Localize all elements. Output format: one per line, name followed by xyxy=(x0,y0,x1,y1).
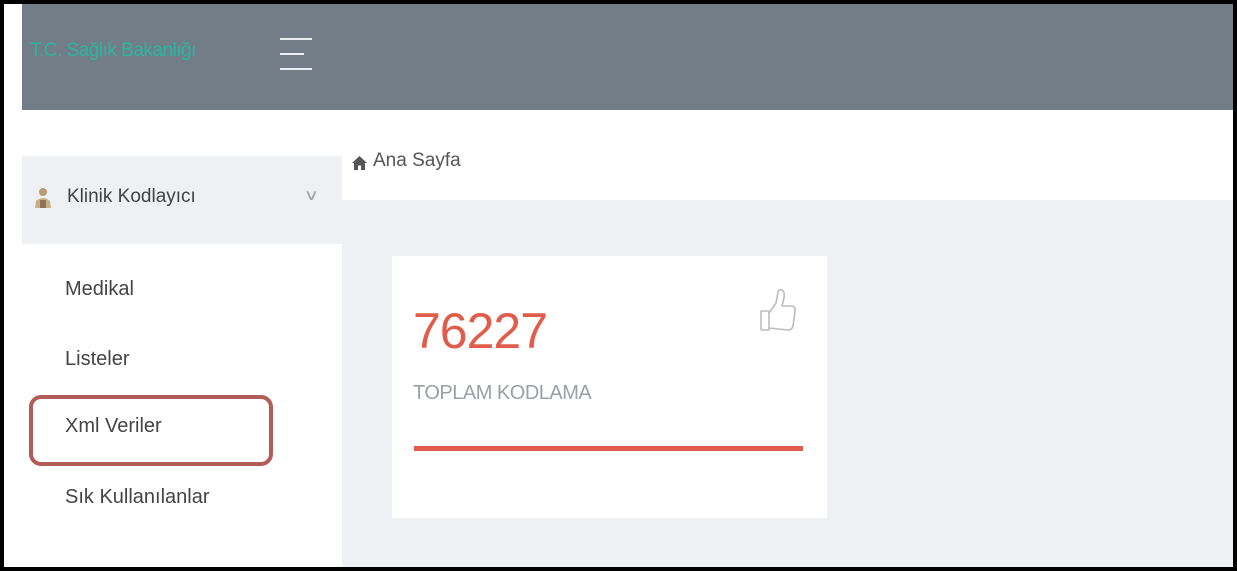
top-navbar: T.C. Sağlık Bakanlığı xyxy=(22,4,1233,110)
sidebar-group-klinik-kodlayici[interactable]: Klinik Kodlayıcı ∨ xyxy=(22,156,342,244)
app-window: T.C. Sağlık Bakanlığı Klinik Kodlayıcı ∨… xyxy=(22,4,1233,567)
screenshot-frame: T.C. Sağlık Bakanlığı Klinik Kodlayıcı ∨… xyxy=(0,0,1237,571)
stat-label: TOPLAM KODLAMA xyxy=(413,382,592,404)
stat-card: 76227 TOPLAM KODLAMA xyxy=(392,256,827,518)
sidebar-item-listeler[interactable]: Listeler xyxy=(65,348,129,371)
stat-progress-bar xyxy=(414,446,803,451)
sidebar-item-xml-veriler[interactable]: Xml Veriler xyxy=(65,415,162,438)
sidebar-item-medikal[interactable]: Medikal xyxy=(65,278,134,301)
sidebar-group-label: Klinik Kodlayıcı xyxy=(67,186,196,207)
hamburger-icon[interactable] xyxy=(280,34,314,74)
chevron-down-icon: ∨ xyxy=(303,187,320,204)
home-icon xyxy=(352,156,367,170)
main-content: Ana Sayfa 76227 TOPLAM KODLAMA xyxy=(342,110,1233,567)
brand-title[interactable]: T.C. Sağlık Bakanlığı xyxy=(30,40,196,62)
sidebar: Klinik Kodlayıcı ∨ Medikal Listeler Xml … xyxy=(22,110,342,567)
thumbs-up-icon xyxy=(760,288,796,331)
user-icon xyxy=(35,188,51,208)
stat-value: 76227 xyxy=(413,303,548,359)
sidebar-item-sik-kullanilanlar[interactable]: Sık Kullanılanlar xyxy=(65,486,210,509)
breadcrumb-home-link[interactable]: Ana Sayfa xyxy=(373,150,461,172)
breadcrumb: Ana Sayfa xyxy=(342,110,1233,200)
